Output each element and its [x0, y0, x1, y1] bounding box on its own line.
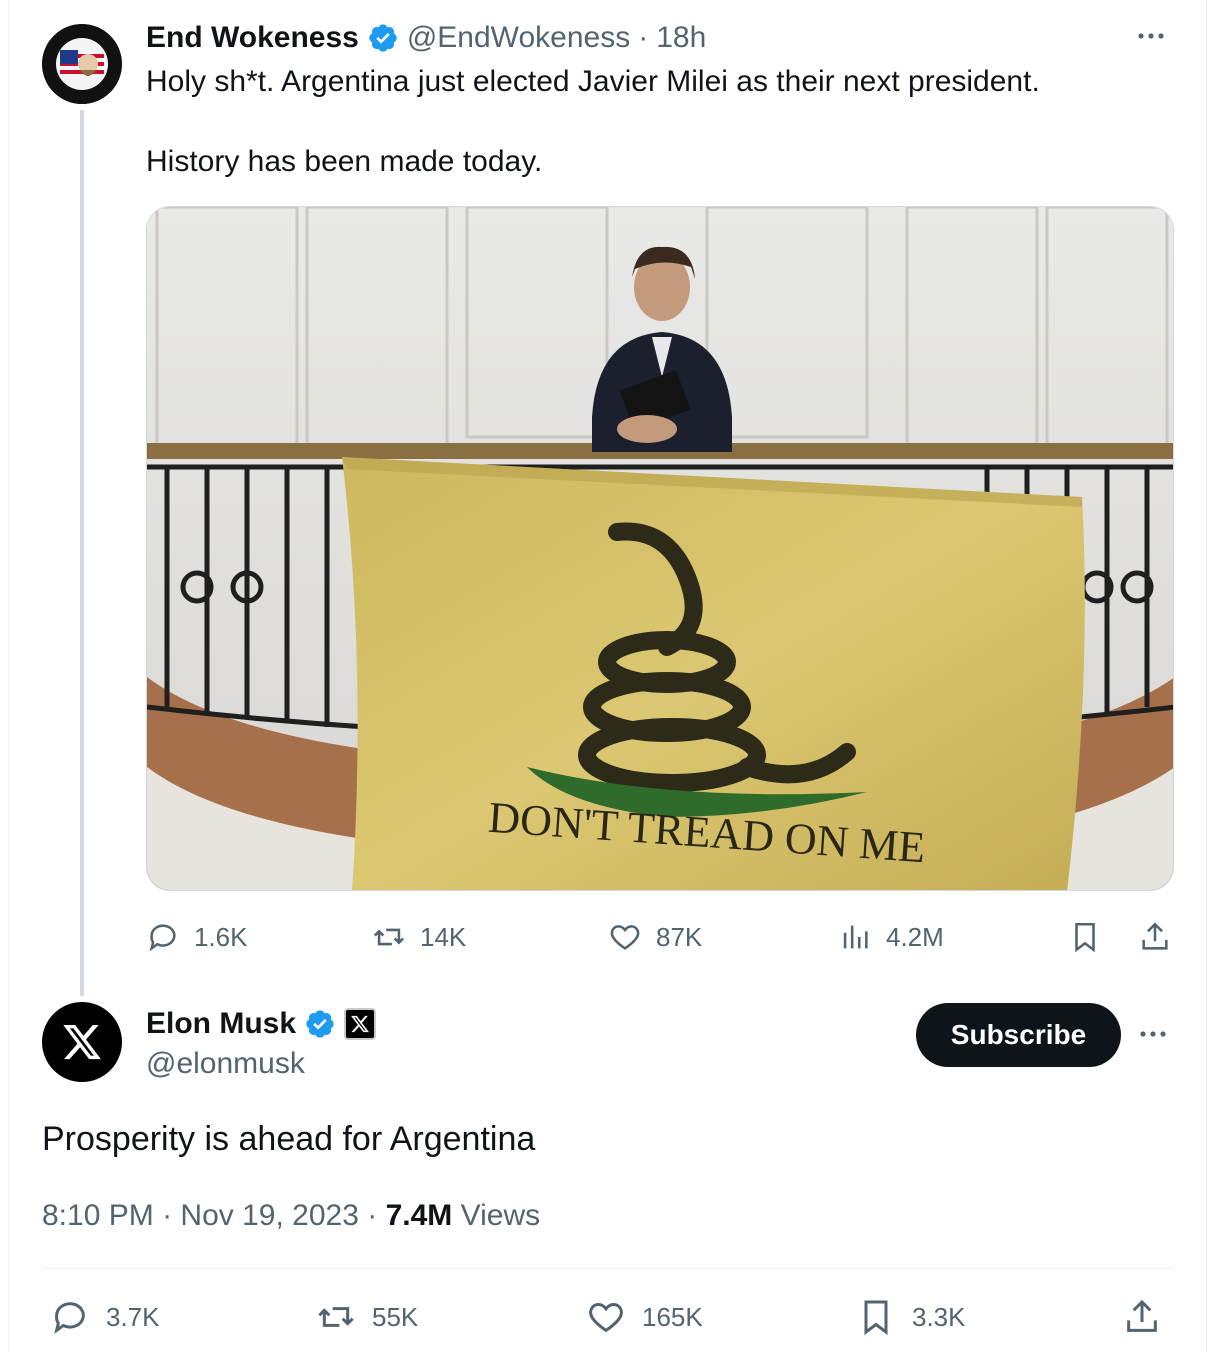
reply-icon — [149, 924, 176, 952]
repost-count: 55K — [372, 1301, 419, 1332]
verified-badge-icon — [306, 1010, 334, 1038]
frame-border-right — [1206, 0, 1207, 1352]
quoted-tweet-actions: 1.6K 14K 87K 4.2M — [146, 912, 1176, 962]
repost-button[interactable]: 14K — [372, 912, 466, 962]
endwokeness-avatar[interactable] — [42, 24, 122, 104]
separator-dot: · — [638, 21, 649, 54]
more-options-icon[interactable] — [1138, 1020, 1178, 1050]
bookmark-button[interactable] — [1068, 912, 1102, 962]
like-count: 87K — [656, 921, 703, 952]
author-handle[interactable]: @EndWokeness — [407, 21, 630, 55]
main-tweet-actions: 3.7K 55K 165K 3.3K — [42, 1292, 1174, 1342]
views-total: 7.4M — [385, 1199, 453, 1232]
elonmusk-avatar[interactable] — [42, 1002, 122, 1082]
repost-count: 14K — [420, 921, 467, 952]
like-icon — [589, 1302, 623, 1333]
like-button[interactable]: 87K — [608, 912, 702, 962]
tweet-metadata: 8:10 PM · Nov 19, 2023 · 7.4M Views — [42, 1196, 540, 1236]
frame-border-left — [8, 0, 9, 1352]
reply-button[interactable]: 1.6K — [146, 912, 248, 962]
quoted-tweet-text: Holy sh*t. Argentina just elected Javier… — [146, 62, 1040, 182]
separator-dot: · — [367, 1199, 378, 1232]
bookmark-icon — [1075, 922, 1095, 953]
views-label: Views — [460, 1199, 541, 1232]
x-logo-icon — [351, 1015, 370, 1033]
tweet-time[interactable]: 8:10 PM — [42, 1199, 154, 1232]
quoted-tweet-header: End Wokeness @EndWokeness · 18h — [146, 18, 706, 58]
tweet-text-line-1: Holy sh*t. Argentina just elected Javier… — [146, 65, 1040, 98]
main-tweet-header: Elon Musk — [146, 1004, 377, 1044]
x-logo-icon — [63, 1025, 101, 1060]
subscribe-button[interactable]: Subscribe — [916, 1003, 1121, 1067]
more-options-icon[interactable] — [1136, 22, 1176, 52]
endwokeness-avatar-art — [42, 24, 122, 104]
bookmark-count: 3.3K — [912, 1301, 966, 1332]
repost-button[interactable]: 55K — [316, 1292, 418, 1342]
reply-count: 1.6K — [194, 921, 248, 952]
thread-connector-line — [80, 110, 84, 996]
reply-icon — [54, 1302, 85, 1334]
reply-button[interactable]: 3.7K — [50, 1292, 160, 1342]
tweet-time-ago[interactable]: 18h — [656, 21, 706, 55]
share-icon — [1142, 922, 1168, 950]
bookmark-button[interactable]: 3.3K — [856, 1292, 966, 1342]
views-button[interactable]: 4.2M — [838, 912, 944, 962]
views-icon — [843, 925, 868, 949]
author-handle[interactable]: @elonmusk — [146, 1044, 305, 1084]
share-icon — [1127, 1299, 1157, 1332]
author-name[interactable]: Elon Musk — [146, 1007, 296, 1041]
bookmark-icon — [864, 1300, 888, 1335]
share-button[interactable] — [1138, 912, 1172, 962]
like-count: 165K — [642, 1301, 703, 1332]
reply-count: 3.7K — [106, 1301, 160, 1332]
actions-divider — [42, 1268, 1174, 1269]
x-affiliation-badge[interactable] — [344, 1008, 377, 1040]
like-button[interactable]: 165K — [586, 1292, 703, 1342]
repost-icon — [373, 928, 405, 946]
like-icon — [610, 925, 640, 950]
main-tweet-text: Prosperity is ahead for Argentina — [42, 1120, 536, 1158]
author-name[interactable]: End Wokeness — [146, 21, 359, 55]
views-count: 4.2M — [886, 921, 944, 952]
share-button[interactable] — [1122, 1292, 1162, 1342]
milei-gadsden-flag-photo: DON'T TREAD ON ME — [147, 207, 1173, 890]
tweet-media-image[interactable]: DON'T TREAD ON ME — [146, 206, 1174, 891]
repost-icon — [318, 1307, 354, 1327]
tweet-date[interactable]: Nov 19, 2023 — [180, 1199, 358, 1232]
separator-dot: · — [162, 1199, 173, 1232]
tweet-text-line-2: History has been made today. — [146, 145, 543, 178]
verified-badge-icon — [369, 24, 397, 52]
